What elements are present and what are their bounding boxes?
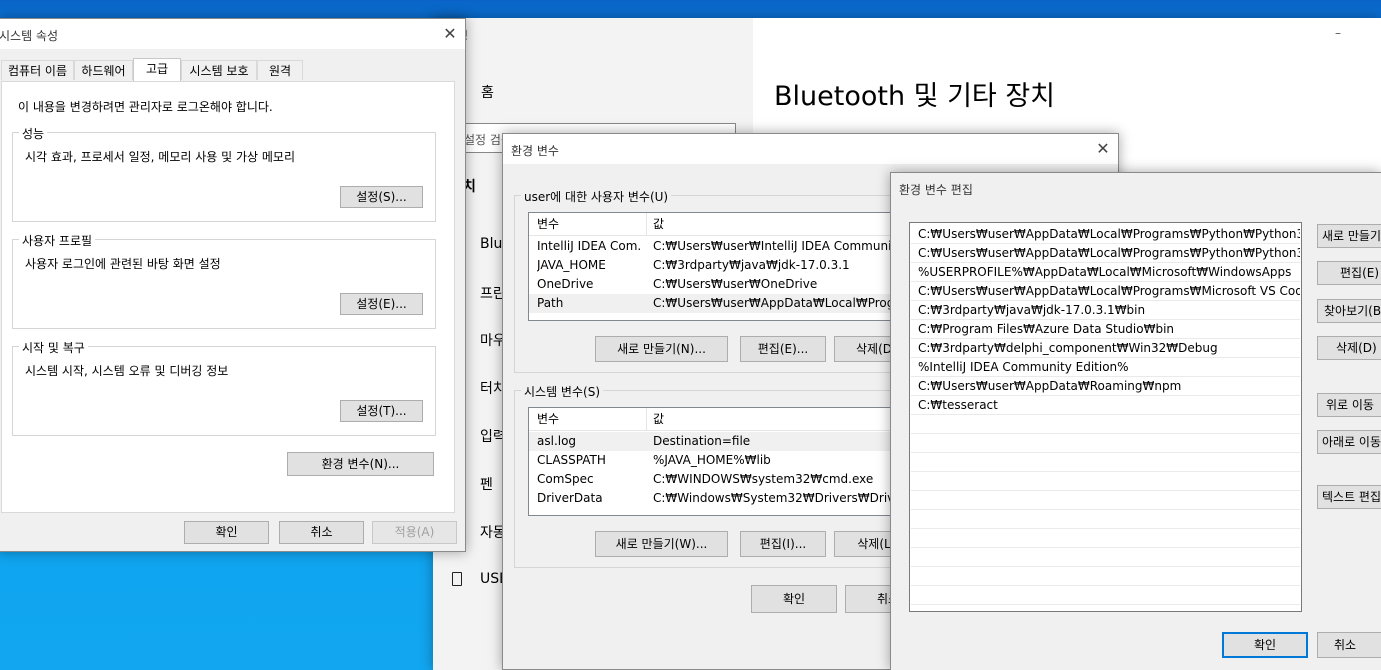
sysprops-ok-button[interactable]: 확인 bbox=[184, 521, 269, 544]
user-profile-settings-button[interactable]: 설정(E)... bbox=[340, 293, 423, 315]
move-up-button[interactable]: 위로 이동 bbox=[1317, 393, 1381, 417]
user-profile-group: 사용자 프로필 사용자 로그인에 관련된 바탕 화면 설정 설정(E)... bbox=[12, 232, 436, 329]
close-icon[interactable]: ✕ bbox=[1092, 138, 1114, 160]
empty-list-item bbox=[911, 510, 1300, 529]
editenv-titlebar: 환경 변수 편집 bbox=[891, 173, 1381, 203]
sysprops-titlebar: 시스템 속성 ✕ bbox=[0, 19, 465, 49]
startup-recovery-group: 시작 및 복구 시스템 시작, 시스템 오류 및 디버깅 정보 설정(T)... bbox=[12, 339, 436, 436]
empty-list-item bbox=[911, 472, 1300, 491]
tab-computer-name[interactable]: 컴퓨터 이름 bbox=[1, 60, 74, 80]
list-item[interactable]: %USERPROFILE%₩AppData₩Local₩Microsoft₩Wi… bbox=[911, 263, 1300, 282]
empty-list-item bbox=[911, 434, 1300, 453]
startup-recovery-settings-button[interactable]: 설정(T)... bbox=[340, 400, 423, 422]
environment-variables-button[interactable]: 환경 변수(N)... bbox=[287, 452, 434, 476]
envvars-title: 환경 변수 bbox=[511, 144, 559, 158]
performance-legend: 성능 bbox=[19, 125, 48, 142]
empty-list-item bbox=[911, 548, 1300, 567]
col-value[interactable]: 값 bbox=[653, 213, 664, 235]
sysprops-title: 시스템 속성 bbox=[0, 29, 59, 43]
list-item[interactable]: %IntelliJ IDEA Community Edition% bbox=[911, 358, 1300, 377]
settings-page-heading: Bluetooth 및 기타 장치 bbox=[774, 81, 1056, 112]
nav-item-pen[interactable]: 펜 bbox=[480, 474, 493, 494]
new-path-button[interactable]: 새로 만들기 bbox=[1317, 224, 1381, 248]
user-profile-desc: 사용자 로그인에 관련된 바탕 화면 설정 bbox=[25, 257, 221, 271]
tab-remote[interactable]: 원격 bbox=[257, 60, 303, 80]
empty-list-item bbox=[911, 491, 1300, 510]
editenv-title: 환경 변수 편집 bbox=[899, 183, 973, 197]
system-edit-button[interactable]: 편집(I)... bbox=[740, 531, 826, 557]
edit-environment-variable-dialog: 환경 변수 편집 C:₩Users₩user₩AppData₩Local₩Pro… bbox=[890, 172, 1381, 670]
tab-system-protection[interactable]: 시스템 보호 bbox=[181, 60, 257, 80]
path-entries-list[interactable]: C:₩Users₩user₩AppData₩Local₩Programs₩Pyt… bbox=[909, 222, 1302, 612]
admin-note: 이 내용을 변경하려면 관리자로 로그온해야 합니다. bbox=[18, 100, 273, 114]
browse-button[interactable]: 찾아보기(B bbox=[1317, 299, 1381, 323]
user-new-button[interactable]: 새로 만들기(N)... bbox=[595, 336, 728, 362]
settings-home-link[interactable]: 홈 bbox=[481, 82, 494, 102]
col-variable[interactable]: 변수 bbox=[537, 408, 559, 430]
performance-desc: 시각 효과, 프로세서 일정, 메모리 사용 및 가상 메모리 bbox=[25, 150, 295, 164]
envvars-ok-button[interactable]: 확인 bbox=[751, 585, 837, 613]
startup-recovery-desc: 시스템 시작, 시스템 오류 및 디버깅 정보 bbox=[25, 364, 229, 378]
performance-group: 성능 시각 효과, 프로세서 일정, 메모리 사용 및 가상 메모리 설정(S)… bbox=[12, 125, 436, 222]
startup-recovery-legend: 시작 및 복구 bbox=[19, 339, 88, 356]
list-item[interactable]: C:₩Users₩user₩AppData₩Roaming₩npm bbox=[911, 377, 1300, 396]
empty-list-item bbox=[911, 529, 1300, 548]
system-variables-legend: 시스템 변수(S) bbox=[521, 383, 603, 400]
sysprops-tab-panel: 이 내용을 변경하려면 관리자로 로그온해야 합니다. 성능 시각 효과, 프로… bbox=[1, 81, 455, 513]
delete-path-button[interactable]: 삭제(D) bbox=[1317, 336, 1381, 360]
tab-advanced[interactable]: 고급 bbox=[133, 58, 181, 81]
col-variable[interactable]: 변수 bbox=[537, 213, 559, 235]
edit-text-button[interactable]: 텍스트 편집 bbox=[1317, 485, 1381, 509]
sysprops-tabstrip: 컴퓨터 이름 하드웨어 고급 시스템 보호 원격 bbox=[0, 58, 467, 81]
col-value[interactable]: 값 bbox=[653, 408, 664, 430]
list-item[interactable]: C:₩Users₩user₩AppData₩Local₩Programs₩Pyt… bbox=[911, 244, 1300, 263]
list-item[interactable]: C:₩3rdparty₩delphi_component₩Win32₩Debug bbox=[911, 339, 1300, 358]
editenv-ok-button[interactable]: 확인 bbox=[1222, 632, 1308, 658]
empty-list-item bbox=[911, 567, 1300, 586]
list-item[interactable]: C:₩3rdparty₩java₩jdk-17.0.3.1₩bin bbox=[911, 301, 1300, 320]
edit-path-button[interactable]: 편집(E) bbox=[1317, 261, 1381, 285]
empty-list-item bbox=[911, 415, 1300, 434]
sysprops-apply-button[interactable]: 적용(A) bbox=[372, 521, 457, 544]
list-item[interactable]: C:₩Users₩user₩AppData₩Local₩Programs₩Pyt… bbox=[911, 225, 1300, 244]
empty-list-item bbox=[911, 453, 1300, 472]
envvars-titlebar: 환경 변수 ✕ bbox=[503, 134, 1118, 164]
tab-hardware[interactable]: 하드웨어 bbox=[74, 60, 133, 80]
user-edit-button[interactable]: 편집(E)... bbox=[740, 336, 826, 362]
system-properties-dialog: 시스템 속성 ✕ 컴퓨터 이름 하드웨어 고급 시스템 보호 원격 이 내용을 … bbox=[0, 18, 466, 552]
sysprops-cancel-button[interactable]: 취소 bbox=[279, 521, 364, 544]
usb-icon bbox=[452, 572, 462, 586]
minimize-icon[interactable]: – bbox=[1335, 26, 1341, 40]
performance-settings-button[interactable]: 설정(S)... bbox=[340, 186, 423, 208]
system-new-button[interactable]: 새로 만들기(W)... bbox=[595, 531, 728, 557]
list-item[interactable]: C:₩Users₩user₩AppData₩Local₩Programs₩Mic… bbox=[911, 282, 1300, 301]
close-icon[interactable]: ✕ bbox=[439, 23, 461, 45]
empty-list-item bbox=[911, 586, 1300, 605]
user-variables-legend: user에 대한 사용자 변수(U) bbox=[521, 188, 672, 205]
list-item[interactable]: C:₩tesseract bbox=[911, 396, 1300, 415]
user-profile-legend: 사용자 프로필 bbox=[19, 232, 96, 249]
list-item[interactable]: C:₩Program Files₩Azure Data Studio₩bin bbox=[911, 320, 1300, 339]
editenv-cancel-button[interactable]: 취소 bbox=[1317, 632, 1381, 658]
move-down-button[interactable]: 아래로 이동 bbox=[1317, 430, 1381, 454]
